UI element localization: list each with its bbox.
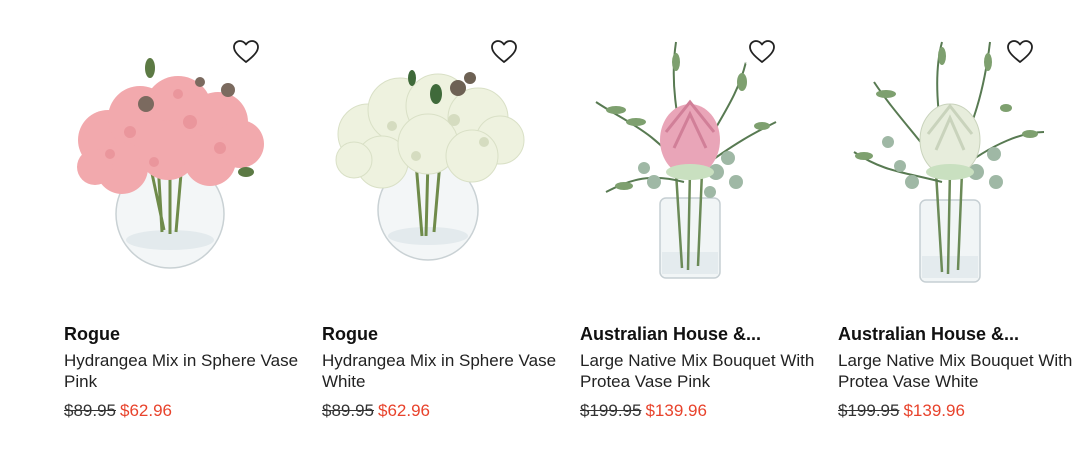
sale-price: $139.96	[645, 401, 707, 420]
product-brand[interactable]: Rogue	[64, 324, 304, 345]
was-price: $89.95	[322, 401, 374, 420]
product-price: $89.95 $62.96	[322, 401, 562, 421]
wishlist-button[interactable]	[742, 32, 782, 72]
was-price: $199.95	[838, 401, 900, 420]
was-price: $199.95	[580, 401, 642, 420]
product-price: $199.95 $139.96	[838, 401, 1078, 421]
product-name[interactable]: Hydrangea Mix in Sphere Vase Pink	[64, 350, 304, 392]
product-price: $89.95 $62.96	[64, 401, 304, 421]
sale-price: $62.96	[120, 401, 172, 420]
sale-price: $62.96	[378, 401, 430, 420]
sale-price: $139.96	[903, 401, 965, 420]
heart-outline-icon	[749, 40, 775, 63]
product-grid: Rogue Hydrangea Mix in Sphere Vase Pink …	[0, 0, 1080, 474]
product-brand[interactable]: Rogue	[322, 324, 562, 345]
product-card[interactable]: Rogue Hydrangea Mix in Sphere Vase Pink …	[64, 0, 304, 474]
product-brand[interactable]: Australian House &...	[838, 324, 1078, 345]
wishlist-button[interactable]	[484, 32, 524, 72]
product-card[interactable]: Australian House &... Large Native Mix B…	[580, 0, 820, 474]
product-name[interactable]: Hydrangea Mix in Sphere Vase White	[322, 350, 562, 392]
product-card[interactable]: Rogue Hydrangea Mix in Sphere Vase White…	[322, 0, 562, 474]
product-name[interactable]: Large Native Mix Bouquet With Protea Vas…	[580, 350, 820, 392]
heart-outline-icon	[1007, 40, 1033, 63]
heart-outline-icon	[491, 40, 517, 63]
product-name[interactable]: Large Native Mix Bouquet With Protea Vas…	[838, 350, 1078, 392]
heart-outline-icon	[233, 40, 259, 63]
was-price: $89.95	[64, 401, 116, 420]
wishlist-button[interactable]	[226, 32, 266, 72]
product-price: $199.95 $139.96	[580, 401, 820, 421]
product-brand[interactable]: Australian House &...	[580, 324, 820, 345]
wishlist-button[interactable]	[1000, 32, 1040, 72]
product-card[interactable]: Australian House &... Large Native Mix B…	[838, 0, 1078, 474]
